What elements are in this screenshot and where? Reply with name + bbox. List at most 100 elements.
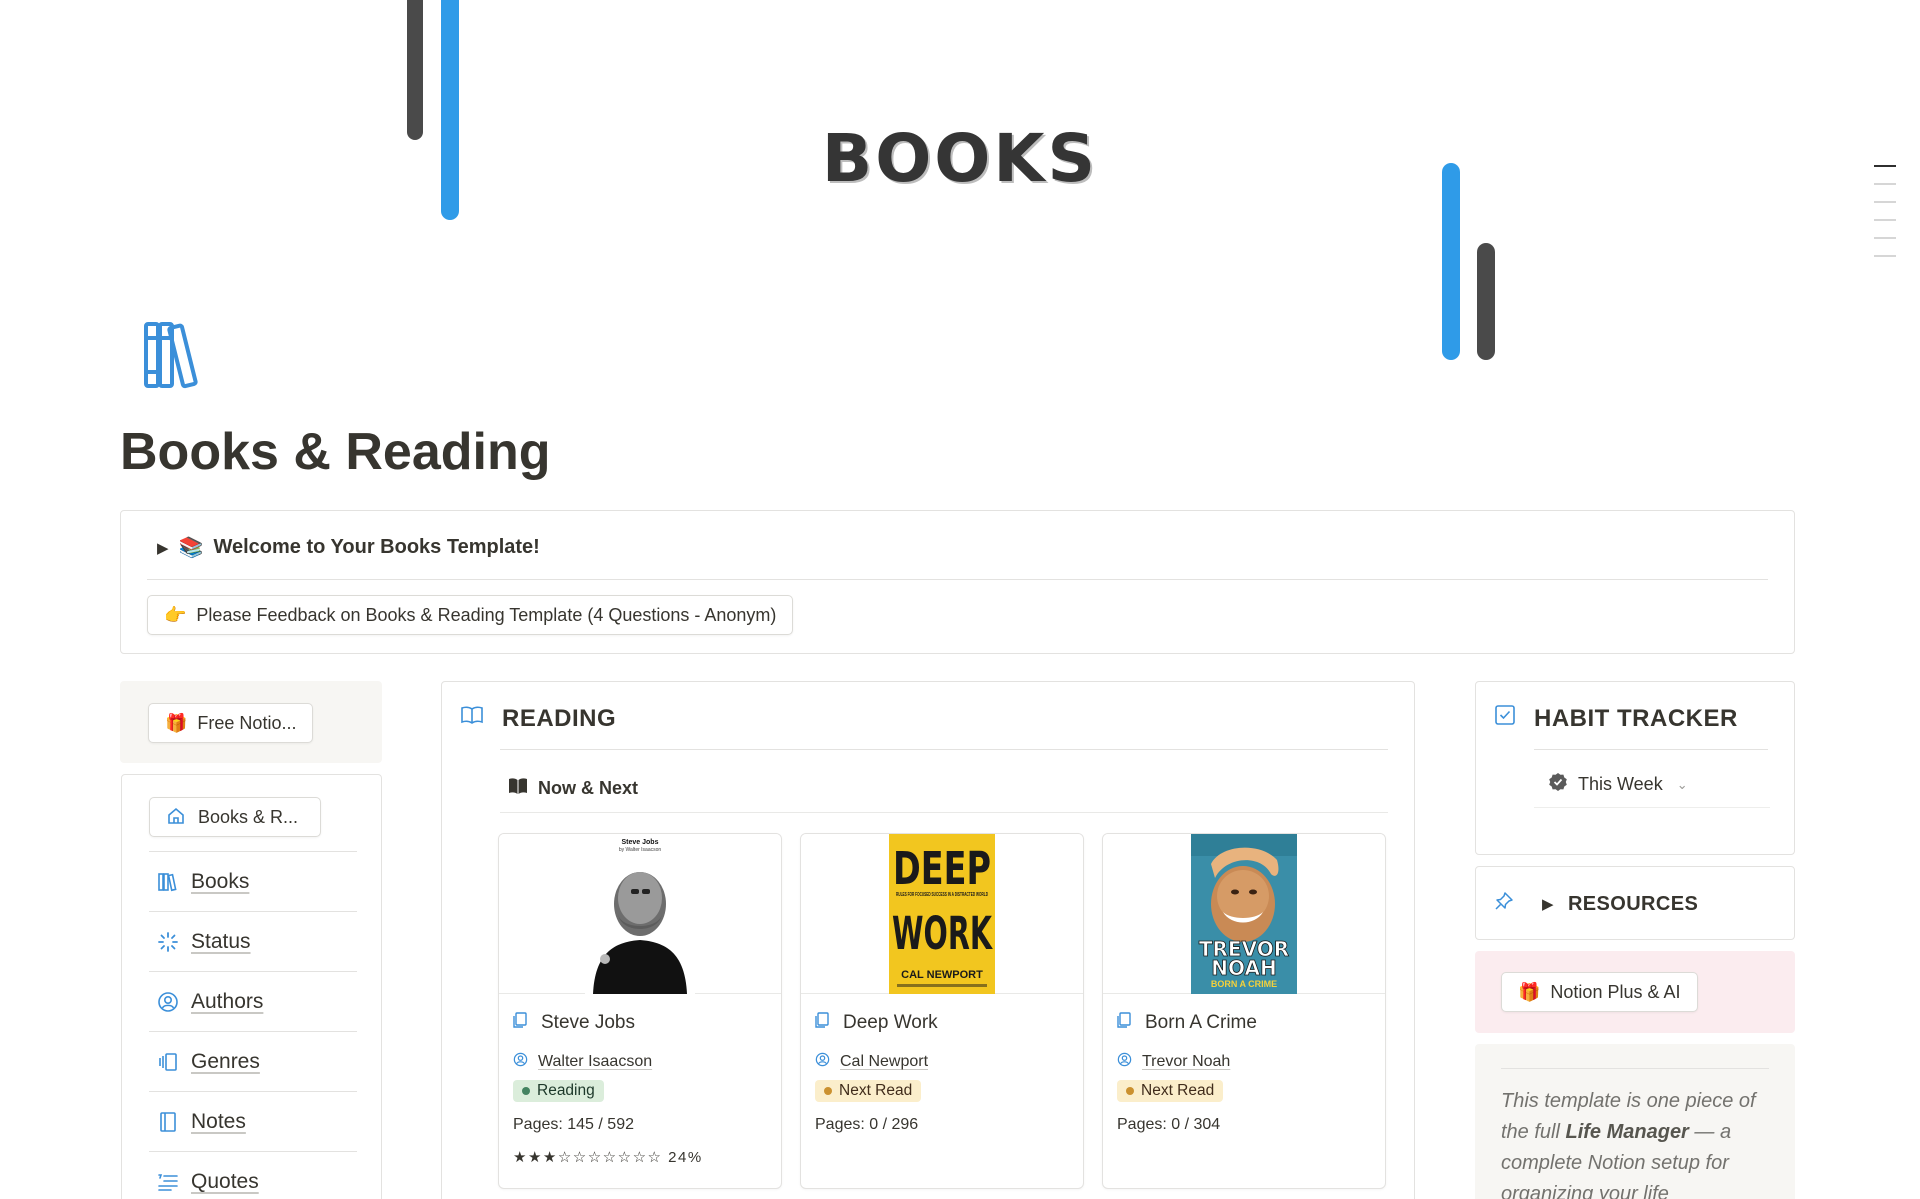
life-manager-link[interactable]: Life Manager bbox=[1565, 1121, 1688, 1143]
sidebar-item-authors[interactable]: Authors bbox=[149, 971, 357, 1031]
view-tab-this-week[interactable]: This Week ⌄ bbox=[1534, 762, 1770, 808]
steve-jobs-cover: Steve Jobs by Walter Isaacson bbox=[585, 834, 695, 994]
book-author-text: Walter Isaacson bbox=[538, 1053, 653, 1070]
cover-text: BORN A CRIME bbox=[1211, 979, 1277, 989]
sidebar-item-genres[interactable]: Genres bbox=[149, 1031, 357, 1091]
life-manager-callout: This template is one piece of the full L… bbox=[1475, 1044, 1795, 1199]
book-title-text: Born A Crime bbox=[1145, 1012, 1257, 1033]
sidebar-nav: Books & R... Books Status Authors Genres bbox=[121, 774, 382, 1199]
cover-text: Steve Jobs bbox=[622, 839, 659, 846]
cover-image: BOOKS bbox=[0, 0, 1920, 360]
welcome-callout: ▶ 📚 Welcome to Your Books Template! 👉 Pl… bbox=[120, 510, 1795, 654]
loading-icon bbox=[157, 931, 179, 953]
life-manager-text: This template is one piece of the full L… bbox=[1501, 1086, 1771, 1199]
divider bbox=[1501, 1068, 1769, 1069]
cover-text: NOAH bbox=[1211, 956, 1276, 980]
resources-title: RESOURCES bbox=[1567, 892, 1699, 915]
book-title[interactable]: Steve Jobs bbox=[513, 1012, 767, 1034]
sidebar-item-notes[interactable]: Notes bbox=[149, 1091, 357, 1151]
free-notion-button[interactable]: 🎁 Free Notio... bbox=[148, 703, 314, 743]
habit-tracker-heading: HABIT TRACKER bbox=[1494, 704, 1738, 733]
toc-line[interactable] bbox=[1874, 237, 1896, 239]
status-badge-label: Next Read bbox=[839, 1082, 913, 1099]
sidebar-item-quotes[interactable]: Quotes bbox=[149, 1151, 357, 1199]
book-cover: TREVOR NOAH BORN A CRIME bbox=[1103, 834, 1385, 994]
toggle-triangle-icon[interactable]: ▶ bbox=[1542, 895, 1554, 913]
sidebar-item-label: Authors bbox=[191, 989, 264, 1013]
cover-text: by Walter Isaacson bbox=[619, 847, 662, 853]
sidebar-item-label: Quotes bbox=[191, 1169, 259, 1193]
notion-plus-label: Notion Plus & AI bbox=[1550, 981, 1681, 1002]
sidebar-item-label: Notes bbox=[191, 1109, 246, 1133]
toc-line[interactable] bbox=[1874, 255, 1896, 257]
divider bbox=[500, 812, 1388, 813]
verified-check-icon bbox=[1548, 772, 1568, 797]
gift-icon: 🎁 bbox=[165, 712, 188, 733]
toc-line[interactable] bbox=[1874, 183, 1896, 185]
divider bbox=[147, 579, 1768, 580]
book-gallery: Steve Jobs by Walter Isaacson Steve Jobs bbox=[498, 833, 1386, 1189]
deep-work-cover: DEEP RULES FOR FOCUSED SUCCESS IN A DIST… bbox=[889, 834, 995, 994]
view-tab-now-next[interactable]: Now & Next bbox=[508, 777, 638, 800]
decor-bar bbox=[1477, 243, 1495, 360]
sidebar-item-books[interactable]: Books bbox=[149, 851, 357, 911]
gift-icon: 🎁 bbox=[1518, 981, 1541, 1002]
reading-title: READING bbox=[502, 704, 617, 732]
book-author[interactable]: Trevor Noah bbox=[1117, 1052, 1371, 1072]
notion-plus-button[interactable]: 🎁 Notion Plus & AI bbox=[1501, 972, 1698, 1012]
table-of-contents[interactable] bbox=[1874, 165, 1896, 273]
toc-line[interactable] bbox=[1874, 201, 1896, 203]
free-notion-label: Free Notio... bbox=[197, 712, 297, 733]
feedback-button-label: Please Feedback on Books & Reading Templ… bbox=[196, 604, 777, 625]
status-badge: Next Read bbox=[815, 1080, 922, 1102]
toc-line[interactable] bbox=[1874, 219, 1896, 221]
book-title-text: Deep Work bbox=[843, 1012, 938, 1033]
book-author-text: Trevor Noah bbox=[1142, 1053, 1231, 1070]
pages-count: Pages: 0 / 304 bbox=[1117, 1116, 1221, 1133]
status-badge: Next Read bbox=[1117, 1080, 1224, 1102]
book-cover: DEEP RULES FOR FOCUSED SUCCESS IN A DIST… bbox=[801, 834, 1083, 994]
decor-bar bbox=[407, 0, 423, 140]
welcome-toggle[interactable]: ▶ 📚 Welcome to Your Books Template! bbox=[157, 535, 540, 560]
view-tab-label: Now & Next bbox=[538, 778, 639, 798]
toc-line[interactable] bbox=[1874, 165, 1896, 167]
book-title[interactable]: Deep Work bbox=[815, 1012, 1069, 1034]
book-author[interactable]: Walter Isaacson bbox=[513, 1052, 767, 1072]
quote-list-icon bbox=[157, 1171, 179, 1193]
pages-count: Pages: 0 / 296 bbox=[815, 1116, 919, 1133]
habit-tracker-section: HABIT TRACKER This Week ⌄ bbox=[1475, 681, 1795, 855]
person-circle-icon bbox=[1117, 1052, 1132, 1072]
book-icon bbox=[508, 777, 528, 800]
progress-rating: ★★★☆☆☆☆☆☆☆ 24% bbox=[513, 1149, 703, 1166]
bookshelf-icon bbox=[157, 871, 179, 893]
stack-icon bbox=[157, 1051, 179, 1073]
book-title[interactable]: Born A Crime bbox=[1117, 1012, 1371, 1034]
status-badge: Reading bbox=[513, 1080, 604, 1102]
book-cover: Steve Jobs by Walter Isaacson bbox=[499, 834, 781, 994]
feedback-button[interactable]: 👉 Please Feedback on Books & Reading Tem… bbox=[147, 595, 794, 635]
sidebar-item-label: Books bbox=[191, 869, 250, 893]
divider bbox=[500, 749, 1388, 750]
status-badge-label: Reading bbox=[537, 1082, 595, 1099]
book-author[interactable]: Cal Newport bbox=[815, 1052, 1069, 1072]
home-button-label: Books & R... bbox=[198, 806, 299, 827]
book-author-text: Cal Newport bbox=[840, 1053, 929, 1070]
book-card[interactable]: TREVOR NOAH BORN A CRIME Born A Crime Tr… bbox=[1102, 833, 1386, 1189]
pointing-hand-icon: 👉 bbox=[164, 604, 187, 625]
sidebar-item-status[interactable]: Status bbox=[149, 911, 357, 971]
book-title-text: Steve Jobs bbox=[541, 1012, 635, 1033]
home-button[interactable]: Books & R... bbox=[149, 797, 321, 837]
chevron-down-icon[interactable]: ⌄ bbox=[1677, 777, 1688, 793]
books-emoji-icon: 📚 bbox=[178, 537, 204, 559]
bookshelf-icon[interactable] bbox=[140, 318, 216, 394]
free-template-box: 🎁 Free Notio... bbox=[120, 681, 382, 763]
cover-text: WORK bbox=[892, 907, 993, 960]
book-card[interactable]: Steve Jobs by Walter Isaacson Steve Jobs bbox=[498, 833, 782, 1189]
toggle-triangle-icon[interactable]: ▶ bbox=[157, 539, 169, 557]
reading-section: READING Now & Next Steve Jobs by Walter … bbox=[441, 681, 1415, 1199]
cover-text: RULES FOR FOCUSED SUCCESS IN A DISTRACTE… bbox=[896, 892, 988, 898]
book-card[interactable]: DEEP RULES FOR FOCUSED SUCCESS IN A DIST… bbox=[800, 833, 1084, 1189]
habit-tracker-title: HABIT TRACKER bbox=[1534, 704, 1738, 732]
cover-text: CAL NEWPORT bbox=[901, 969, 983, 981]
resources-toggle[interactable]: ▶ RESOURCES bbox=[1494, 891, 1698, 917]
